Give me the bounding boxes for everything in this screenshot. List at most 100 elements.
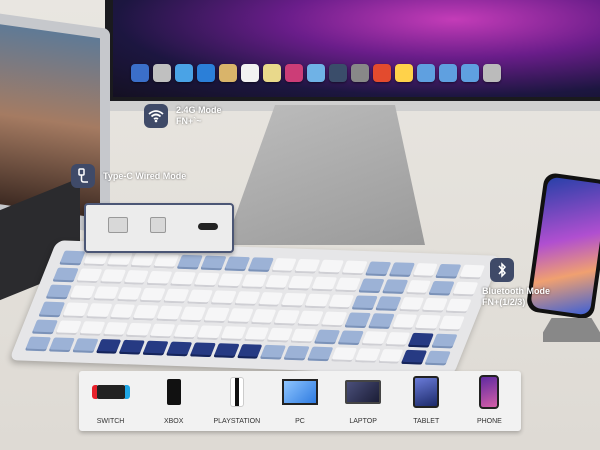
keycap (243, 326, 270, 342)
device-label: SWITCH (96, 418, 125, 425)
device-label: XBOX (163, 418, 184, 425)
keycap (122, 270, 150, 286)
keycap (307, 346, 334, 362)
qq-icon (395, 64, 413, 82)
phone-stand (543, 318, 600, 342)
keycap (219, 325, 247, 341)
keycap (304, 294, 331, 309)
keycap (236, 343, 263, 359)
keycap (280, 293, 307, 309)
keycap (196, 325, 223, 340)
keycap (337, 330, 364, 345)
keycap (388, 262, 415, 278)
compatible-devices: SWITCH XBOX PLAYSTATION PC LAPTOP TABLET… (79, 371, 521, 431)
keycap (163, 289, 190, 304)
keycap (78, 320, 105, 336)
keycap (414, 315, 442, 331)
device-laptop: LAPTOP (333, 377, 393, 425)
safari-icon (153, 64, 171, 82)
keycap (391, 314, 418, 330)
keycap (172, 324, 200, 340)
keycap (424, 350, 451, 366)
keycap (226, 308, 253, 324)
keycap (62, 302, 89, 318)
keycap (330, 347, 357, 363)
keycap (186, 289, 213, 305)
keycap (398, 297, 425, 313)
keycap-grid (24, 250, 486, 366)
keycap (240, 274, 267, 290)
keycap (68, 285, 96, 301)
keycap (216, 273, 244, 289)
keycap (320, 312, 347, 327)
trash-icon (483, 64, 501, 82)
keycap (200, 255, 227, 271)
monitor-screen (113, 0, 600, 97)
contacts-icon (219, 64, 237, 82)
keycap (118, 339, 146, 355)
mail-icon (175, 64, 193, 82)
keycap (297, 311, 324, 327)
keycap (165, 341, 193, 357)
keycap (310, 276, 338, 292)
keycap (115, 287, 143, 303)
mode-2-4g-title: 2.4G Mode (176, 105, 222, 115)
mode-bluetooth-shortcut: FN+(1/2/3) (482, 297, 526, 307)
keycap (233, 291, 260, 307)
keycap (203, 307, 230, 323)
mode-wired-title: Type-C Wired Mode (103, 170, 187, 181)
facetime-icon (197, 64, 215, 82)
wifi-icon (144, 104, 168, 128)
keycap (360, 330, 388, 346)
keycap (48, 337, 75, 353)
phone-icon (479, 375, 500, 409)
keycap (341, 260, 368, 276)
keycap (24, 336, 52, 352)
keycap (351, 295, 378, 311)
keycap (146, 271, 173, 286)
mechanical-keyboard (9, 240, 501, 376)
keycap (411, 263, 439, 278)
product-scene: 2.4G Mode FN+`~ Type-C Wired Mode Blueto… (0, 0, 600, 450)
device-label: PC (295, 418, 305, 425)
chrome-icon (373, 64, 391, 82)
keycap (354, 348, 381, 363)
keycap (102, 321, 129, 337)
mode-2-4g-shortcut: FN+`~ (176, 116, 202, 126)
keycap (283, 345, 310, 361)
bluetooth-icon (490, 258, 514, 282)
mode-bluetooth: Bluetooth Mode FN+(1/2/3) (482, 258, 550, 308)
device-playstation: PLAYSTATION (207, 377, 267, 425)
keycap (317, 259, 345, 275)
keycap (290, 328, 317, 344)
keycap (176, 254, 203, 270)
keycap (213, 343, 240, 358)
keycap (452, 281, 479, 297)
pc-monitor-icon (281, 379, 318, 405)
keycap (401, 349, 428, 365)
device-label: PLAYSTATION (213, 418, 261, 425)
keycap (210, 290, 237, 306)
device-switch: SWITCH (81, 377, 141, 425)
keycap (142, 340, 169, 356)
keycap (106, 252, 133, 268)
keycap (156, 306, 183, 322)
folder-icon (439, 64, 457, 82)
device-xbox: XBOX (144, 377, 204, 425)
keycap (263, 275, 291, 291)
keycap (384, 331, 411, 347)
keycap (250, 309, 277, 325)
desktop-monitor (105, 0, 600, 111)
keycap (435, 263, 462, 279)
mode-bluetooth-title: Bluetooth Mode (482, 286, 550, 296)
keycap (132, 305, 159, 321)
keycap (364, 261, 392, 277)
system-prefs-icon (351, 64, 369, 82)
keycap (149, 323, 176, 339)
keycap (52, 267, 79, 283)
keycap (431, 333, 458, 349)
keycap (38, 302, 65, 317)
keycap (260, 344, 287, 360)
playstation-icon (229, 377, 244, 407)
keycap (270, 258, 297, 273)
